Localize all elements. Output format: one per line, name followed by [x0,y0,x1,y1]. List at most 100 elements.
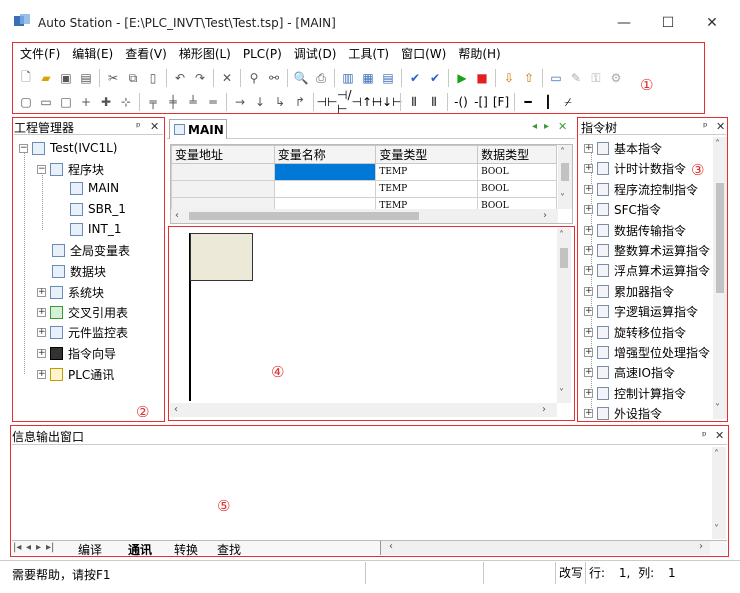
instruction-tree-item[interactable]: + 累加器指令 [584,283,674,300]
menu-help[interactable]: 帮助(H) [452,44,506,64]
expand-icon[interactable]: + [37,288,46,297]
panel-close-icon[interactable]: ✕ [716,120,725,133]
output-hscrollbar[interactable]: ‹ › [380,541,710,555]
coil-icon[interactable]: -() [451,92,471,112]
ladder-editor[interactable]: ˄ ˅ ‹ › [170,228,573,419]
instruction-tree-item[interactable]: + 旋转移位指令 [584,324,686,341]
tree-item-sbr1[interactable]: SBR_1 [70,202,126,216]
table-row[interactable]: TEMP BOOL [171,163,557,181]
scroll-right-icon[interactable]: › [543,210,547,221]
menu-view[interactable]: 查看(V) [119,44,173,64]
instruction-tree-item[interactable]: + 增强型位处理指令 [584,344,710,361]
delete-icon[interactable]: ✕ [217,68,237,88]
redo-icon[interactable]: ↷ [190,68,210,88]
scroll-down-icon[interactable]: ˅ [560,193,565,204]
instruction-tree-item[interactable]: + 控制计算指令 [584,385,686,402]
menu-ladder[interactable]: 梯形图(L) [173,44,237,64]
box-icon[interactable]: -[] [471,92,491,112]
scroll-left-icon[interactable]: ‹ [175,210,179,221]
instruction-tree-item[interactable]: + 外设指令 [584,405,662,420]
expand-icon[interactable]: + [584,164,593,174]
function-icon[interactable]: [F] [491,92,511,112]
tab-close-icon[interactable]: ✕ [558,120,567,133]
compile-icon[interactable]: ✔ [405,68,425,88]
instruction-tree-item[interactable]: + 数据传输指令 [584,222,686,239]
upload-icon[interactable]: ⇧ [519,68,539,88]
cut-icon[interactable]: ✂ [103,68,123,88]
expand-icon[interactable]: + [584,225,593,235]
contact-group-4-icon[interactable]: ═ [203,92,223,112]
line-down-icon[interactable]: ↓ [250,92,270,112]
scroll-down-icon[interactable]: ˅ [559,388,564,399]
scroll-thumb[interactable] [716,183,724,293]
hline-icon[interactable]: ━ [518,92,538,112]
ladder-frame-icon[interactable]: □ [56,92,76,112]
no-contact-icon[interactable]: ⊣⊢ [317,92,338,112]
panel-close-icon[interactable]: ✕ [150,120,159,133]
table-cell[interactable] [171,163,275,181]
compare-contact-icon[interactable]: ⦀ [404,92,424,112]
tree-item-program-blocks[interactable]: − 程序块 [37,161,104,178]
vline-icon[interactable]: ┃ [538,92,558,112]
paste-icon[interactable]: ▯ [143,68,163,88]
scroll-up-icon[interactable]: ˄ [715,139,720,150]
expand-icon[interactable]: + [37,370,46,379]
view-ladder-icon[interactable]: ▥ [338,68,358,88]
table-cell[interactable] [273,180,377,198]
contact-group-2-icon[interactable]: ╪ [163,92,183,112]
output-vscrollbar[interactable]: ˄ ˅ [712,447,726,539]
scroll-up-icon[interactable]: ˄ [714,449,719,460]
maximize-button[interactable]: ☐ [646,10,690,36]
expand-icon[interactable]: + [584,184,593,194]
view-split-icon[interactable]: ▤ [378,68,398,88]
ladder-hscrollbar[interactable]: ‹ › [170,403,557,417]
expand-icon[interactable]: + [584,286,593,296]
insert-row-icon[interactable]: + [76,92,96,112]
table-cell[interactable]: BOOL [477,180,557,198]
expand-icon[interactable]: + [584,307,593,317]
tab-communication[interactable]: 通讯 [128,541,152,558]
line-up-icon[interactable]: ↱ [290,92,310,112]
delete-line-icon[interactable]: ⌿ [558,92,578,112]
force-icon[interactable]: ⚙ [606,68,626,88]
scroll-right-icon[interactable]: › [542,404,546,415]
new-file-icon[interactable]: 🗋 [16,68,36,88]
tab-first-icon[interactable]: |◂ [13,542,21,553]
instruction-tree-item[interactable]: + 字逻辑运算指令 [584,303,698,320]
column-header[interactable]: 变量类型 [375,145,479,164]
table-row[interactable]: TEMP BOOL [171,180,557,198]
scroll-left-icon[interactable]: ‹ [389,541,393,552]
scroll-right-icon[interactable]: › [699,541,703,552]
tree-item-int1[interactable]: INT_1 [70,222,121,236]
expand-icon[interactable]: + [584,246,593,255]
tab-next-icon[interactable]: ▸ [36,542,41,553]
close-button[interactable]: ✕ [690,10,734,36]
contact-group-3-icon[interactable]: ╧ [183,92,203,112]
expand-icon[interactable]: + [584,388,593,398]
scroll-thumb[interactable] [561,163,569,181]
open-folder-icon[interactable]: ▰ [36,68,56,88]
expand-icon[interactable]: + [584,368,593,378]
tab-scroll-right-icon[interactable]: ▸ [544,121,549,132]
find-icon[interactable]: ⚲ [244,68,264,88]
pencil-icon[interactable]: ✎ [566,68,586,88]
panel-close-icon[interactable]: ✕ [715,429,724,442]
copy-icon[interactable]: ⧉ [123,68,143,88]
instruction-tree-item[interactable]: + 高速IO指令 [584,364,675,381]
expand-icon[interactable]: + [584,409,593,419]
tree-item-project[interactable]: − Test(IVC1L) [19,141,117,155]
instruction-vscrollbar[interactable]: ˄ ˅ [713,137,727,419]
monitor-icon[interactable]: ▭ [546,68,566,88]
instruction-tree-item[interactable]: + 程序流控制指令 [584,181,698,198]
ladder-vscrollbar[interactable]: ˄ ˅ [557,228,571,403]
menu-debug[interactable]: 调试(D) [288,44,343,64]
collapse-icon[interactable]: − [19,143,28,153]
tab-convert[interactable]: 转换 [174,541,198,558]
instruction-tree-item[interactable]: + 计时计数指令 [584,160,686,177]
table-vscrollbar[interactable]: ˄ ˅ [558,145,572,209]
stop-icon[interactable]: ■ [472,68,492,88]
instruction-tree-item[interactable]: + SFC指令 [584,201,661,218]
print-preview-icon[interactable]: 🔍 [291,68,311,88]
view-list-icon[interactable]: ▦ [358,68,378,88]
scroll-thumb[interactable] [560,248,568,268]
